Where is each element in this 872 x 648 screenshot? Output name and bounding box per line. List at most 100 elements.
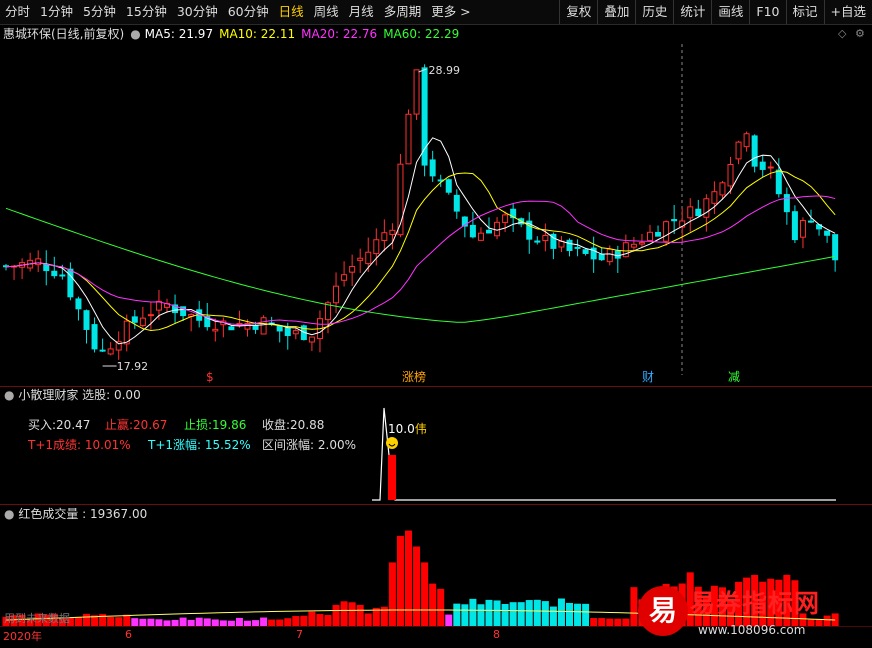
buy-info: 买入:20.47 (28, 418, 91, 432)
event-marker: 涨榜 (402, 369, 426, 384)
time-label-2020: 2020年 (3, 630, 42, 643)
candle-body (75, 298, 82, 310)
volume-bar (356, 604, 364, 626)
candle-body (695, 208, 702, 217)
candle-body (147, 314, 154, 317)
peak-value-label: 10.0伟 (388, 422, 427, 436)
candle-body (107, 348, 114, 355)
volume-bar (823, 615, 831, 626)
volume-bar (300, 615, 308, 626)
candle-body (453, 194, 460, 212)
candle-body (832, 234, 839, 261)
candle-body (494, 221, 501, 237)
volume-bar (163, 620, 171, 626)
candle-body (260, 317, 267, 335)
volume-bar (123, 614, 131, 626)
volume-bar (461, 604, 469, 626)
candle-body (574, 246, 581, 249)
candlestick-chart[interactable]: 28.99 17.92 $ 涨榜 财 减 (0, 0, 872, 648)
candle-body (671, 219, 678, 222)
candle-body (365, 251, 372, 265)
volume-bar (74, 617, 82, 626)
candle-body (502, 214, 509, 223)
watermark-url: www.108096.com (698, 623, 806, 637)
candle-body (413, 69, 420, 115)
volume-bar (364, 613, 372, 626)
take-profit-info: 止赢:20.67 (105, 418, 168, 432)
volume-bar (284, 618, 292, 626)
watermark-logo: 易 (638, 586, 688, 636)
ma60-line (5, 207, 836, 323)
candle-body (614, 250, 621, 259)
range-rise-info: 区间涨幅: 2.00% (262, 438, 356, 452)
volume-bar (348, 602, 356, 626)
candle-body (284, 327, 291, 337)
candle-body (429, 159, 436, 177)
low-price-label: 17.92 (117, 360, 149, 373)
candle-body (759, 161, 766, 170)
volume-bar (155, 619, 163, 626)
time-label-7: 7 (296, 628, 303, 641)
candle-body (647, 231, 653, 242)
candle-body (477, 232, 484, 241)
volume-bar (614, 618, 622, 626)
candle-body (51, 270, 58, 277)
stop-loss-info: 止损:19.86 (184, 418, 247, 432)
close-info: 收盘:20.88 (262, 418, 325, 432)
candle-body (389, 229, 396, 235)
ma5-line (5, 137, 836, 345)
volume-bar (219, 620, 227, 626)
volume-bar (453, 603, 461, 626)
candle-body (727, 163, 734, 187)
candle-body (655, 231, 662, 237)
candle-body (799, 220, 806, 238)
volume-bar (815, 619, 823, 626)
volume-bar (469, 598, 477, 626)
volume-bar (598, 618, 606, 626)
candle-body (743, 133, 750, 148)
volume-bar (131, 618, 139, 626)
future-data-note: 用到未来数据 (4, 612, 70, 625)
volume-bar (501, 603, 509, 626)
volume-bar (171, 619, 179, 626)
candle-body (687, 206, 694, 219)
candle-body (775, 169, 782, 195)
volume-bar (541, 601, 549, 626)
volume-bar (405, 530, 412, 626)
indicator1-title: ● 小散理财家 选股: 0.00 (4, 387, 141, 403)
collapse-icon[interactable]: ● (4, 507, 14, 521)
volume-bar (485, 599, 493, 626)
collapse-icon[interactable]: ● (4, 388, 14, 402)
volume-bar (557, 598, 565, 626)
volume-bar (252, 620, 260, 626)
candle-body (83, 310, 90, 330)
volume-bar (807, 619, 815, 626)
volume-bar (630, 587, 638, 626)
volume-bar (388, 562, 396, 626)
signal-bar (388, 455, 396, 500)
candle-body (808, 220, 814, 223)
candle-body (582, 249, 589, 254)
volume-bar (324, 614, 332, 626)
candle-body (276, 325, 283, 332)
candle-body (333, 285, 340, 304)
candle-body (445, 179, 452, 193)
event-marker: 减 (728, 370, 740, 384)
volume-bar (421, 562, 429, 626)
candle-body (405, 113, 412, 165)
candle-body (486, 229, 492, 234)
candle-body (767, 166, 774, 169)
candle-body (99, 349, 106, 352)
candle-body (638, 242, 645, 245)
candle-body (534, 240, 541, 243)
volume-bar (429, 583, 437, 626)
time-label-8: 8 (493, 628, 500, 641)
candle-body (381, 232, 388, 241)
volume-bar (115, 617, 123, 626)
candle-body (663, 221, 670, 242)
volume-bar (517, 602, 525, 626)
candle-body (349, 266, 356, 273)
candle-body (566, 239, 573, 251)
candle-body (751, 135, 758, 167)
volume-bar (83, 613, 90, 626)
